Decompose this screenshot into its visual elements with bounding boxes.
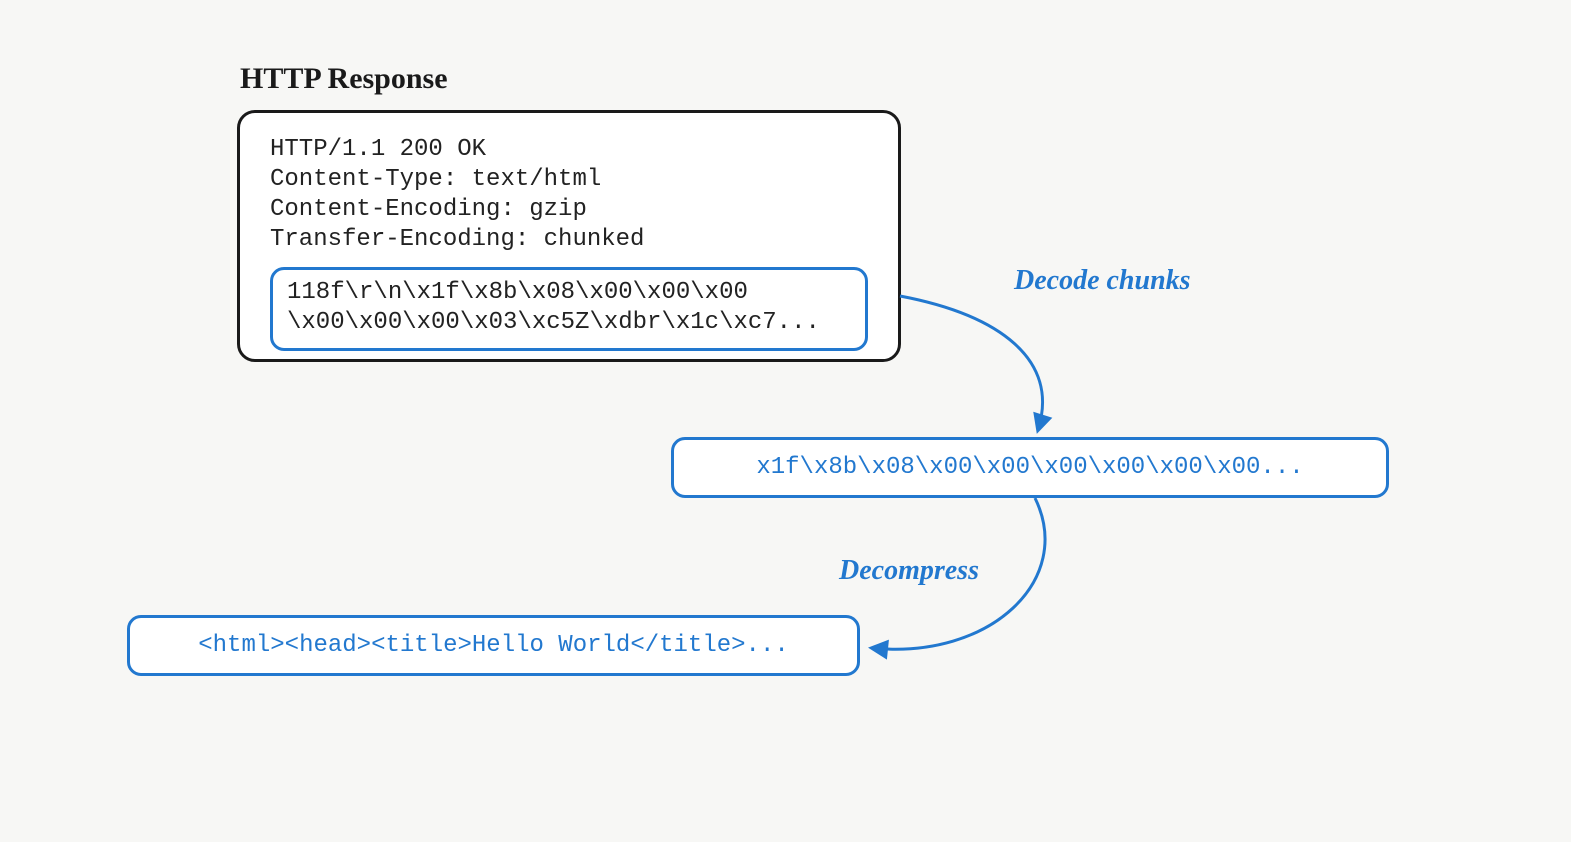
diagram-canvas: HTTP Response HTTP/1.1 200 OK Content-Ty… [0, 0, 1571, 842]
final-output-box: <html><head><title>Hello World</title>..… [127, 615, 860, 676]
arrow-decompress [0, 0, 1571, 842]
label-decompress: Decompress [839, 555, 979, 587]
